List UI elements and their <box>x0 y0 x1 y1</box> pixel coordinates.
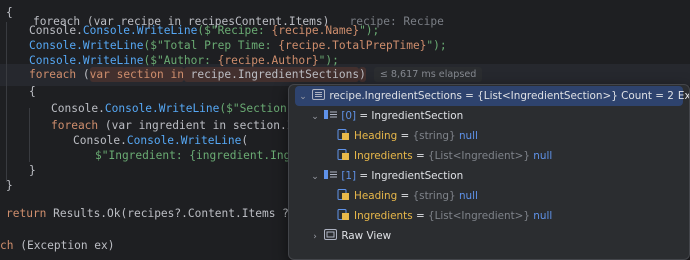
item-type: = IngredientSection <box>359 170 464 182</box>
keyword: return <box>6 207 47 220</box>
method-name: Console.WriteLine <box>104 102 220 115</box>
loop-variable: var section in <box>89 67 184 82</box>
code-line-return: return Results.Ok(recipes?.Content.Items… <box>6 203 329 225</box>
array-element-icon <box>324 170 338 179</box>
tree-row-raw-view[interactable]: › Raw View <box>289 226 689 246</box>
chevron-down-icon[interactable]: ⌄ <box>297 87 309 107</box>
code-text: { <box>6 6 13 19</box>
chevron-down-icon[interactable]: ⌄ <box>309 107 321 127</box>
code-line-catch: ch (Exception ex) <box>0 235 115 257</box>
code-text: (Exception ex) <box>13 239 115 252</box>
property-icon <box>337 209 349 220</box>
keyword: foreach <box>29 68 77 81</box>
raw-view-label: Raw View <box>341 230 392 242</box>
tree-row-ingredients[interactable]: Ingredients = {List<Ingredient>} null <box>289 206 689 226</box>
chevron-down-icon[interactable]: ⌄ <box>309 167 321 187</box>
property-type: {List<Ingredient>} <box>427 150 530 162</box>
code-text: ( <box>76 68 90 81</box>
tree-row-item-0[interactable]: ⌄ [0] = IngredientSection <box>289 106 689 126</box>
property-name: Ingredients <box>354 210 413 222</box>
elapsed-time-hint: ≤ 8,617 ms elapsed <box>373 67 483 82</box>
tree-row-root[interactable]: ⌄ recipe.IngredientSections = {List<Ingr… <box>295 86 689 107</box>
property-name: Heading <box>354 130 398 142</box>
property-value: null <box>458 190 478 202</box>
debug-value-popup[interactable]: ⌄ recipe.IngredientSections = {List<Ingr… <box>288 84 690 260</box>
raw-view-icon <box>324 229 338 240</box>
code-line-foreach-section[interactable]: foreach (var section in recipe.Ingredien… <box>29 64 483 86</box>
explore-link[interactable]: Explore <box>678 90 689 102</box>
code-line-brace-close-inner: } <box>29 160 36 182</box>
property-value: null <box>533 210 553 222</box>
array-element-icon <box>324 110 338 119</box>
property-type: {string} <box>412 190 456 202</box>
item-index: [1] <box>341 170 357 182</box>
property-icon <box>337 149 349 160</box>
code-text: { <box>29 85 36 98</box>
code-text: } <box>29 164 36 177</box>
code-text: } <box>6 179 13 192</box>
hovered-expression[interactable]: recipe.IngredientSections <box>183 67 360 82</box>
code-text: Results.Ok(recipes?.Content.Items ?? [])… <box>46 207 330 220</box>
keyword: ch <box>0 239 14 252</box>
code-line-brace-open-inner: { <box>29 81 36 103</box>
chevron-right-icon[interactable]: › <box>309 227 321 247</box>
property-name: Ingredients <box>354 150 413 162</box>
property-value: null <box>458 130 478 142</box>
tree-row-heading[interactable]: Heading = {string} null <box>289 186 689 206</box>
indent-guide <box>29 108 30 162</box>
code-line-foreach-recipe: foreach (var recipe in recipesContent.It… <box>6 0 444 28</box>
code-line-brace-close: } <box>6 175 13 197</box>
property-type: {List<Ingredient>} <box>427 210 530 222</box>
code-text: ) <box>359 67 366 82</box>
tree-row-ingredients[interactable]: Ingredients = {List<Ingredient>} null <box>289 146 689 166</box>
variable-value: = {List<IngredientSection>} Count = 2 <box>461 90 674 102</box>
item-type: = IngredientSection <box>359 110 464 122</box>
property-value: null <box>533 150 553 162</box>
string-literal: "); <box>426 39 447 52</box>
list-icon <box>312 89 326 100</box>
property-icon <box>337 189 349 200</box>
code-line-brace-open: { <box>6 2 13 24</box>
tree-row-heading[interactable]: Heading = {string} null <box>289 126 689 146</box>
item-index: [0] <box>341 110 357 122</box>
property-icon <box>337 129 349 140</box>
tree-row-item-1[interactable]: ⌄ [1] = IngredientSection <box>289 166 689 186</box>
property-name: Heading <box>354 190 398 202</box>
variable-name: recipe.IngredientSections <box>329 90 462 102</box>
property-type: {string} <box>412 130 456 142</box>
